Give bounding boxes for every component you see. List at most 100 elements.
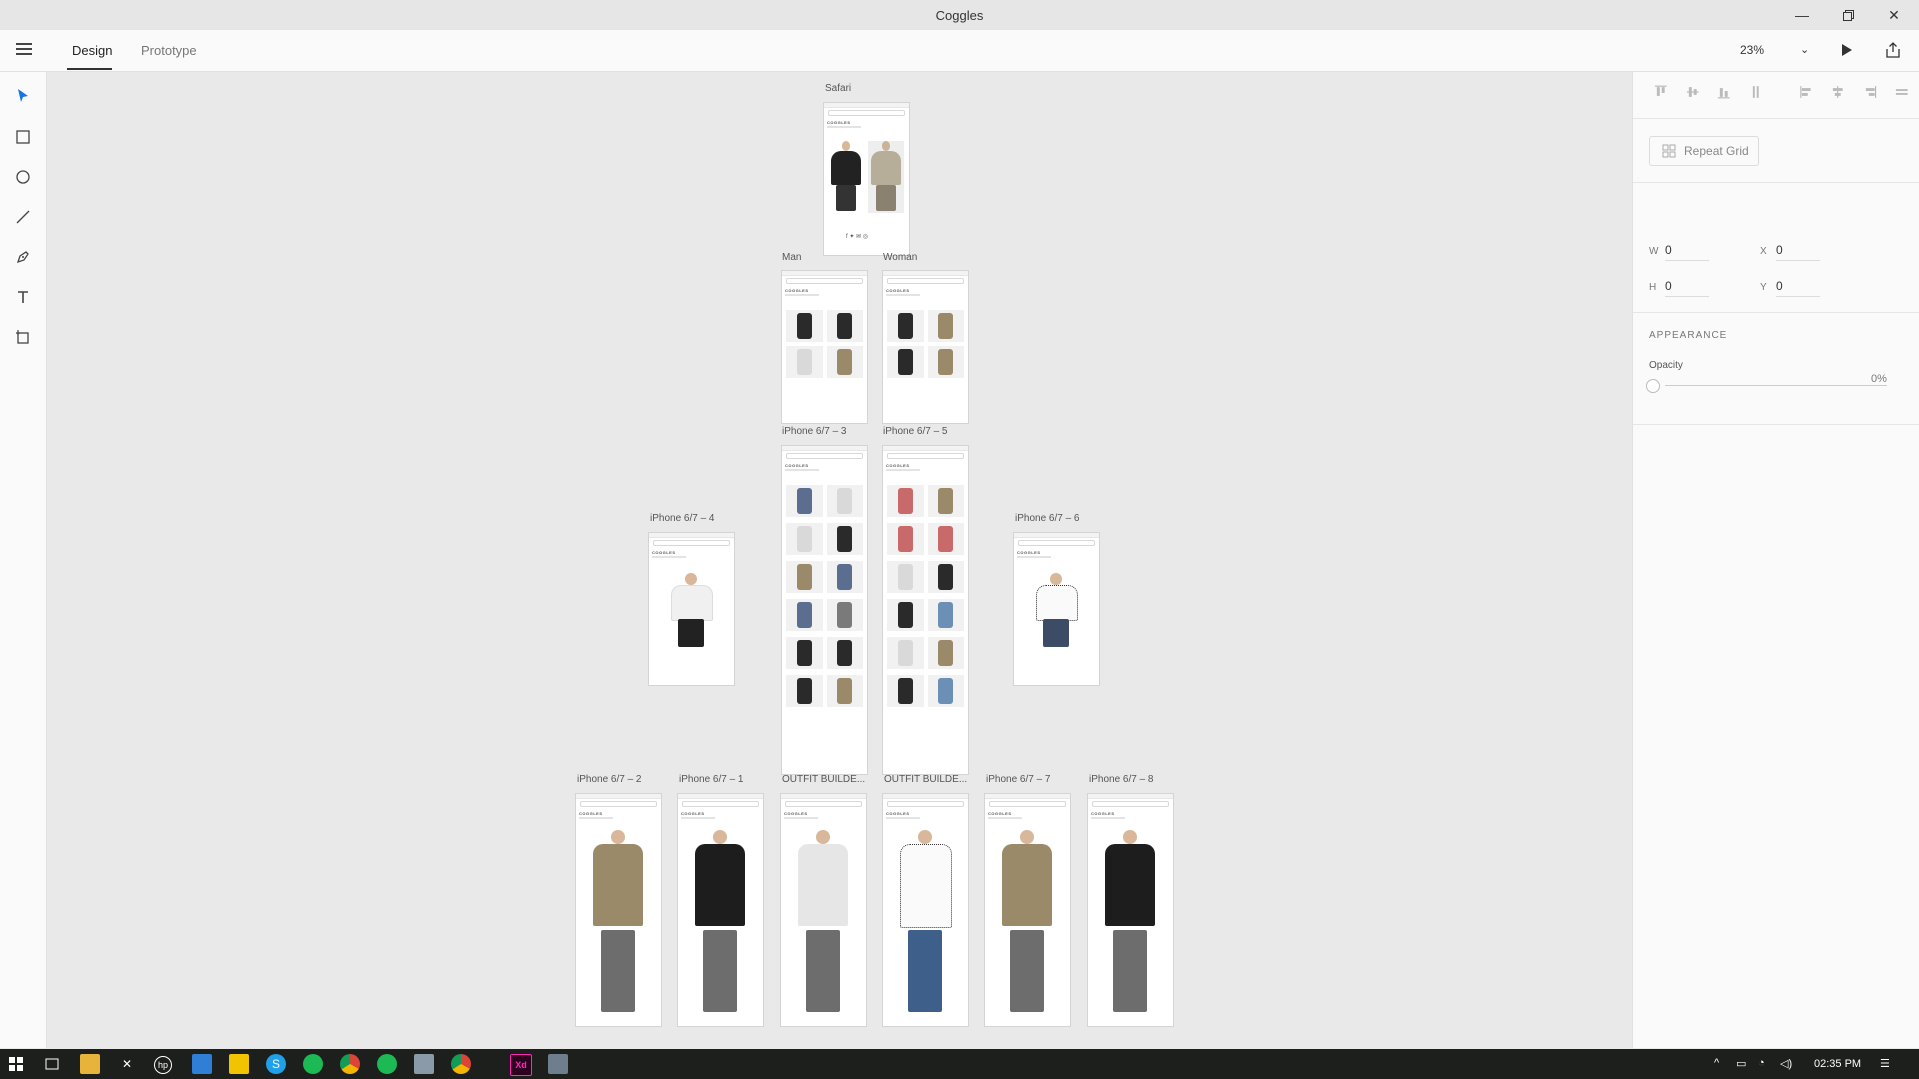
minimize-icon[interactable]: — [1779,0,1825,30]
align-top-icon[interactable] [1651,82,1671,102]
artboard-iphone-2[interactable]: COGGLES [575,793,662,1027]
hp-icon[interactable]: hp [154,1056,172,1074]
artboard-label[interactable]: OUTFIT BUILDE... [782,774,865,785]
align-bottom-icon[interactable] [1714,82,1734,102]
zoom-value: 23% [1740,43,1765,57]
wifi-icon[interactable]: ◔ [1758,1057,1765,1069]
appearance-heading: APPEARANCE [1649,330,1728,341]
artboard-label[interactable]: iPhone 6/7 – 4 [650,513,715,524]
spotify-icon[interactable] [377,1054,397,1074]
artboard-iphone-7[interactable]: COGGLES [984,793,1071,1027]
artboard-label[interactable]: iPhone 6/7 – 6 [1015,513,1080,524]
brand-logo: COGGLES [886,463,910,468]
model-image [997,830,1057,1016]
clock[interactable]: 02:35 PM [1814,1058,1861,1070]
opacity-value[interactable]: 0% [1871,373,1887,385]
opacity-slider-track[interactable] [1665,385,1887,386]
tab-design[interactable]: Design [72,43,112,58]
distribute-horizontal-icon[interactable] [1892,82,1912,102]
zoom-dropdown[interactable]: 23% ⌄ [1740,43,1810,57]
play-icon[interactable] [1836,40,1856,60]
artboard-safari[interactable]: COGGLES f ✦ ✉ ◎ [823,102,910,256]
show-hidden-icons-icon[interactable]: ^ [1714,1057,1719,1069]
artboard-iphone-8[interactable]: COGGLES [1087,793,1174,1027]
artboard-label[interactable]: Man [782,252,801,263]
design-canvas[interactable]: Safari COGGLES f ✦ ✉ ◎ Man COGGLES Woman… [47,72,1631,1048]
artboard-outfit-builder-2[interactable]: COGGLES [882,793,969,1027]
app-misc-icon[interactable] [548,1054,568,1074]
ellipse-icon[interactable] [13,167,33,187]
width-label: W [1649,246,1659,257]
repeat-grid-label: Repeat Grid [1684,144,1749,158]
title-bar: Coggles — ✕ [0,0,1919,30]
artboard-label[interactable]: iPhone 6/7 – 1 [679,774,744,785]
artboard-label[interactable]: OUTFIT BUILDE... [884,774,967,785]
distribute-vertical-icon[interactable] [1746,82,1766,102]
volume-icon[interactable]: ◁) [1780,1057,1792,1070]
artboard-label[interactable]: iPhone 6/7 – 8 [1089,774,1154,785]
line-icon[interactable] [13,207,33,227]
artboard-label[interactable]: iPhone 6/7 – 7 [986,774,1051,785]
artboard-woman[interactable]: COGGLES [882,270,969,424]
windows-start-icon[interactable] [6,1054,26,1074]
artboard-iphone-3[interactable]: COGGLES [781,445,868,775]
artboard-iphone-4[interactable]: COGGLES [648,532,735,686]
select-icon[interactable] [13,86,33,106]
model-image [690,830,750,1016]
brand-logo: COGGLES [1091,811,1115,816]
align-middle-icon[interactable] [1683,82,1703,102]
align-left-icon[interactable] [1797,82,1817,102]
align-center-icon[interactable] [1828,82,1848,102]
task-view-icon[interactable] [42,1054,62,1074]
battery-icon[interactable]: ▭ [1736,1057,1746,1070]
share-icon[interactable] [1883,40,1903,60]
artboard-label[interactable]: iPhone 6/7 – 3 [782,426,847,437]
app-grey-icon[interactable] [414,1054,434,1074]
menu-icon[interactable] [16,43,32,55]
artboard-man[interactable]: COGGLES [781,270,868,424]
app-yellow-icon[interactable] [229,1054,249,1074]
artboard-outfit-builder-1[interactable]: COGGLES [780,793,867,1027]
artboard-iphone-5[interactable]: COGGLES [882,445,969,775]
model-image [868,141,904,213]
artboard-label[interactable]: Woman [883,252,917,263]
align-right-icon[interactable] [1860,82,1880,102]
repeat-grid-button[interactable]: Repeat Grid [1649,136,1759,166]
width-field[interactable]: 0 [1665,243,1709,261]
text-icon[interactable] [13,287,33,307]
repeat-grid-icon [1662,144,1676,158]
y-field[interactable]: 0 [1776,279,1820,297]
brand-logo: COGGLES [988,811,1012,816]
artboard-label[interactable]: iPhone 6/7 – 2 [577,774,642,785]
rectangle-icon[interactable] [13,127,33,147]
file-explorer-icon[interactable] [80,1054,100,1074]
brand-logo: COGGLES [681,811,705,816]
brand-logo: COGGLES [652,550,676,555]
app-blue-icon[interactable] [192,1054,212,1074]
opacity-slider-handle[interactable] [1646,379,1660,393]
notifications-icon[interactable]: ☰ [1880,1057,1890,1070]
x-field[interactable]: 0 [1776,243,1820,261]
skype-icon[interactable]: S [266,1054,286,1074]
opacity-label: Opacity [1649,360,1683,371]
chrome-icon[interactable] [451,1054,471,1074]
pen-icon[interactable] [13,247,33,267]
artboard-label[interactable]: iPhone 6/7 – 5 [883,426,948,437]
brand-logo: COGGLES [785,288,809,293]
height-label: H [1649,282,1657,293]
property-inspector: Repeat Grid W 0 X 0 H 0 Y 0 APPEARANCE O… [1632,72,1919,1048]
adobe-xd-icon[interactable]: Xd [510,1054,532,1076]
artboard-label[interactable]: Safari [825,83,851,94]
artboard-icon[interactable] [13,327,33,347]
brand-logo: COGGLES [1017,550,1041,555]
restore-icon[interactable] [1825,0,1871,30]
artboard-iphone-6[interactable]: COGGLES [1013,532,1100,686]
artboard-iphone-1[interactable]: COGGLES [677,793,764,1027]
spotify-icon[interactable] [303,1054,323,1074]
close-icon[interactable]: ✕ [1871,0,1917,30]
chrome-icon[interactable] [340,1054,360,1074]
chevron-down-icon: ⌄ [1800,44,1810,56]
xbox-icon[interactable]: ✕ [117,1054,137,1074]
tab-prototype[interactable]: Prototype [141,43,197,58]
height-field[interactable]: 0 [1665,279,1709,297]
